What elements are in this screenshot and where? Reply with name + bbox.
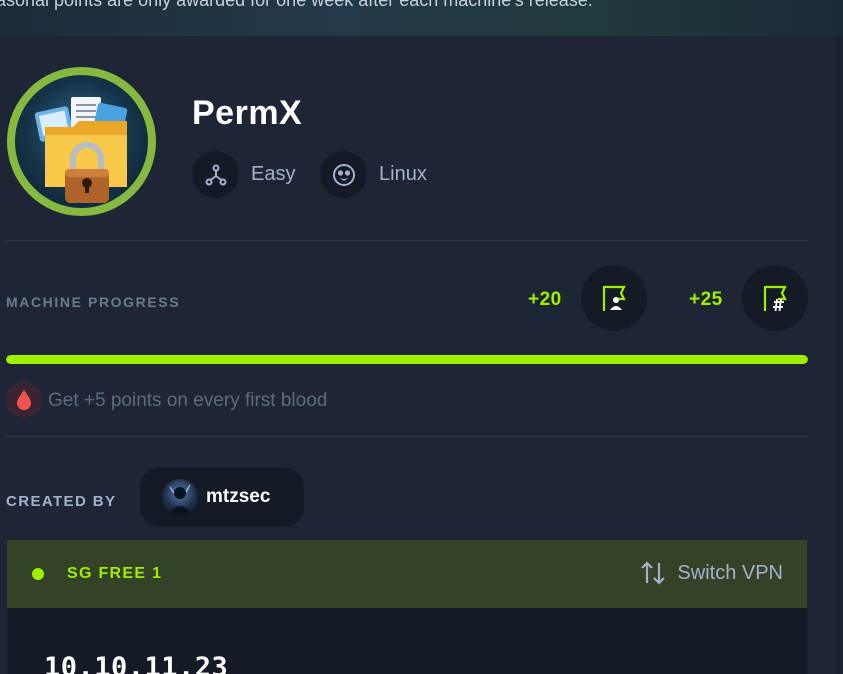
vpn-server-name: SG FREE 1	[67, 565, 163, 582]
user-flag-button[interactable]	[581, 265, 647, 331]
root-flag-points: +25	[689, 289, 723, 310]
linux-tux-icon	[320, 151, 367, 198]
vpn-body: 10.10.11.23	[7, 608, 807, 674]
vpn-status-dot	[32, 568, 44, 580]
machine-avatar	[7, 67, 156, 216]
os-label: Linux	[379, 163, 427, 185]
machine-progress-label: MACHINE PROGRESS	[6, 294, 181, 310]
divider	[6, 436, 808, 437]
machine-progress-fill	[6, 355, 808, 364]
target-ip-address[interactable]: 10.10.11.23	[44, 652, 228, 674]
difficulty-chip: Easy	[192, 151, 295, 198]
user-flag-points: +20	[528, 289, 562, 310]
machine-progress-bar	[6, 355, 808, 364]
switch-vpn-label: Switch VPN	[677, 561, 783, 584]
divider	[6, 240, 808, 241]
swap-vertical-icon	[641, 561, 666, 585]
difficulty-label: Easy	[251, 163, 296, 185]
creator-name: mtzsec	[206, 486, 271, 507]
machine-title: PermX	[192, 94, 303, 132]
locked-folder-icon	[15, 75, 148, 208]
switch-vpn-button[interactable]: Switch VPN	[639, 559, 783, 587]
root-flag-button[interactable]	[742, 265, 808, 331]
first-blood-text: Get +5 points on every first blood	[48, 390, 328, 411]
creator-chip[interactable]: mtzsec	[140, 467, 304, 527]
created-by-label: CREATED BY	[6, 493, 117, 510]
season-banner-text: asonal points are only awarded for one w…	[0, 0, 593, 10]
vpn-header: SG FREE 1 Switch VPN	[7, 540, 807, 608]
creator-avatar	[162, 479, 198, 515]
os-chip: Linux	[320, 151, 427, 198]
user-flag-icon	[602, 285, 626, 311]
root-flag-icon	[763, 285, 787, 312]
season-banner: asonal points are only awarded for one w…	[0, 0, 843, 36]
difficulty-nodes-icon	[192, 151, 239, 198]
blood-drop-icon	[6, 382, 42, 418]
